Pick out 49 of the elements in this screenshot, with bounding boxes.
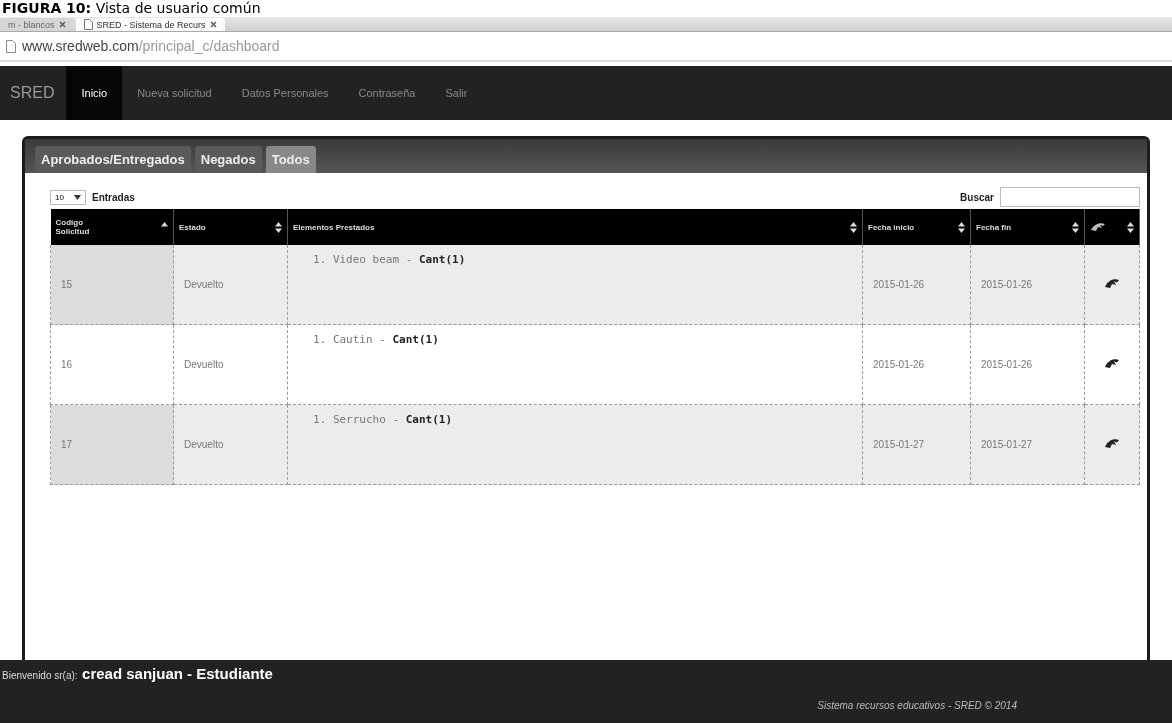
nav-link[interactable]: Inicio — [66, 66, 123, 120]
nav-link[interactable]: Datos Personales — [226, 66, 344, 120]
column-header[interactable]: Codigo Solicitud — [50, 209, 174, 245]
entries-label: Entradas — [92, 191, 135, 203]
table-cell: 2015-01-26 — [970, 324, 1085, 405]
nav-link[interactable]: Nueva solicitud — [122, 66, 227, 120]
item-line: 1. Video beam - Cant(1) — [313, 253, 467, 266]
close-icon[interactable] — [58, 21, 66, 28]
table-cell: 2015-01-26 — [970, 245, 1085, 325]
item-line: 1. Cautin - Cant(1) — [313, 333, 440, 346]
table-cell: 2015-01-27 — [970, 404, 1085, 485]
table-cell: Devuelto — [173, 404, 288, 485]
table-cell: Devuelto — [173, 245, 288, 325]
page-size-select[interactable]: 10 — [50, 189, 86, 205]
column-header[interactable]: Fecha fin — [970, 209, 1085, 245]
nav-link[interactable]: Salir — [430, 66, 483, 120]
search-field[interactable] — [1000, 187, 1140, 207]
table-cell: 2015-01-26 — [862, 324, 971, 405]
brand-link[interactable]: SRED — [0, 66, 67, 120]
browser-tab[interactable]: SRED - Sistema de Recurs — [75, 18, 225, 31]
tab[interactable]: Negados — [194, 146, 262, 173]
table-cell: 2015-01-26 — [862, 245, 971, 325]
user-name: cread sanjuan - Estudiante — [82, 665, 273, 682]
close-icon[interactable] — [209, 21, 217, 28]
address-field[interactable]: www.sredweb.com/principal_c/dashboard — [22, 38, 280, 54]
welcome-label: Bienvenido sr(a): — [2, 670, 78, 681]
hand-icon[interactable] — [1104, 358, 1120, 369]
tab[interactable]: Aprobados/Entregados — [35, 146, 191, 173]
nav-link[interactable]: Contraseña — [343, 66, 431, 120]
caret-icon — [74, 194, 81, 200]
page-icon — [83, 19, 93, 30]
search-label: Buscar — [960, 191, 994, 203]
table-cell: Devuelto — [173, 324, 288, 405]
table-cell: 15 — [50, 245, 174, 325]
hand-icon[interactable] — [1104, 278, 1120, 289]
figure-caption: FIGURA 10: Vista de usuario común — [1, 0, 262, 17]
column-header[interactable]: Fecha inicio — [862, 209, 971, 245]
table-cell: 16 — [50, 324, 174, 405]
column-header[interactable]: Elementos Prestados — [287, 209, 863, 245]
table-cell: 17 — [50, 404, 174, 485]
hand-icon — [1090, 222, 1106, 232]
page-icon — [6, 39, 16, 53]
item-line: 1. Serrucho - Cant(1) — [313, 413, 454, 426]
column-header[interactable] — [1084, 209, 1140, 245]
hand-icon[interactable] — [1104, 438, 1120, 449]
column-header[interactable]: Estado — [173, 209, 288, 245]
browser-tab[interactable]: m - blancos — [0, 18, 74, 31]
copyright-text: Sistema recursos educativos - SRED © 2014 — [817, 700, 1017, 711]
table-cell: 2015-01-27 — [862, 404, 971, 485]
